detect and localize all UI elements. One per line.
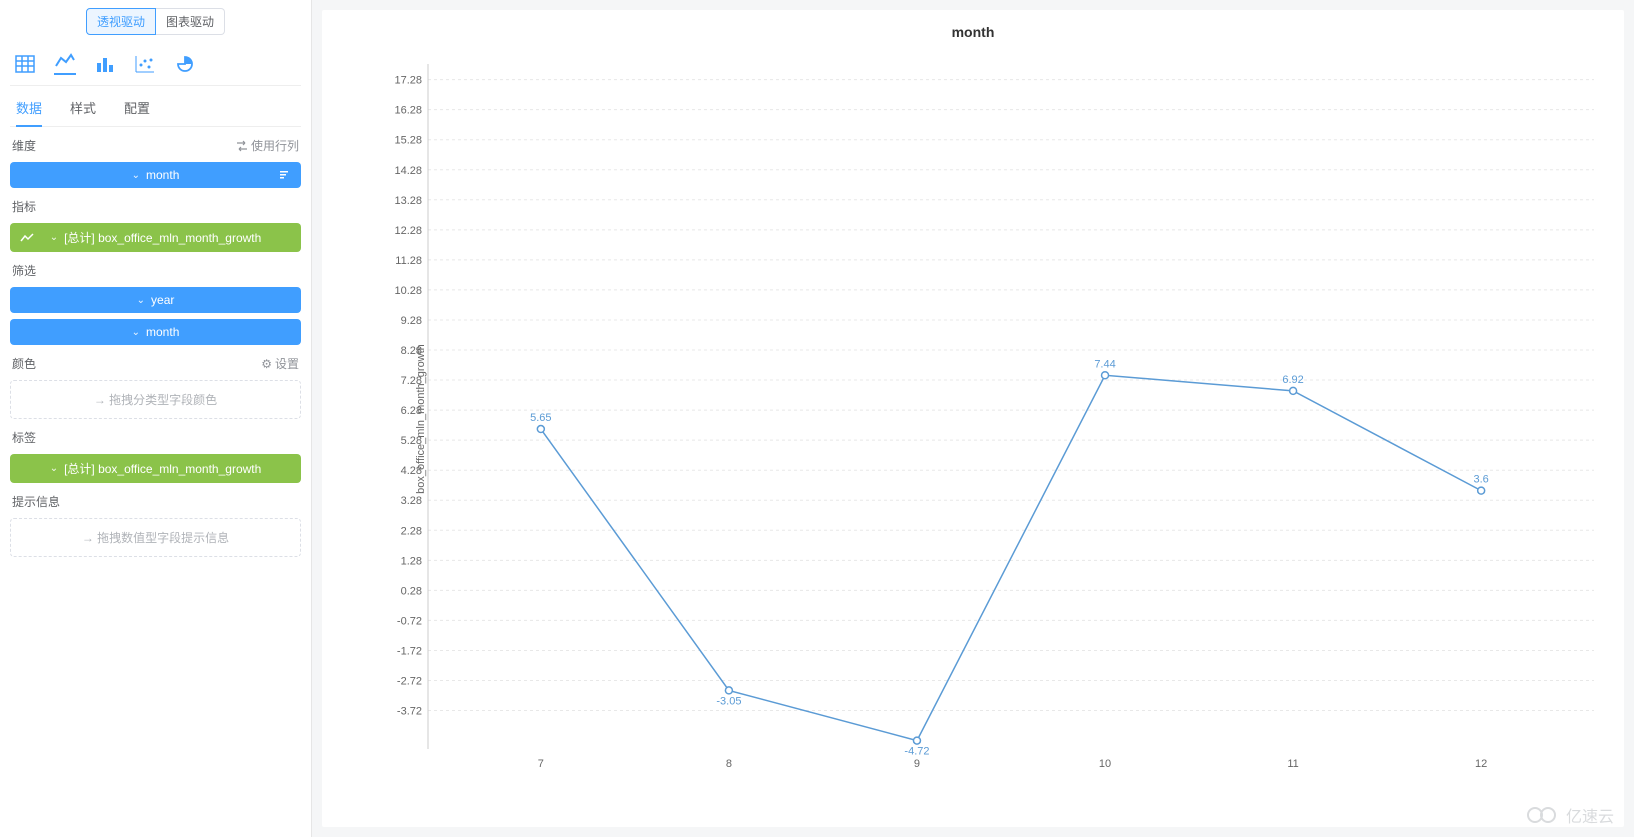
chevron-down-icon: ⌄ [50,463,58,474]
watermark: 亿速云 [1526,803,1614,827]
tab-config[interactable]: 配置 [124,98,150,126]
svg-text:-0.72: -0.72 [397,615,422,627]
svg-text:10: 10 [1099,758,1111,770]
chart-type-row [10,47,301,86]
chart-title: month [322,10,1624,40]
y-axis-label: box_office_mln_month_growth [415,344,427,494]
tooltip-drop-zone[interactable]: → 拖拽数值型字段提示信息 [10,518,301,557]
tab-data[interactable]: 数据 [16,98,42,127]
svg-text:3.6: 3.6 [1474,474,1489,486]
svg-text:6.92: 6.92 [1282,374,1303,386]
dimension-title: 维度 [12,137,36,154]
svg-text:5.65: 5.65 [530,412,551,424]
filter-title: 筛选 [12,262,36,279]
metric-pill-total[interactable]: ⌄ [总计] box_office_mln_month_growth [10,223,301,252]
chart-drive-button[interactable]: 图表驱动 [156,8,225,35]
drive-mode-toggle: 透视驱动 图表驱动 [10,8,301,35]
bar-chart-icon[interactable] [94,53,116,75]
tooltip-title: 提示信息 [12,493,60,510]
svg-text:9: 9 [914,758,920,770]
dimension-header: 维度 使用行列 [10,133,301,156]
svg-text:8: 8 [726,758,732,770]
svg-text:12: 12 [1475,758,1487,770]
svg-text:3.28: 3.28 [401,495,422,507]
config-sidebar: 透视驱动 图表驱动 数据 样式 配置 维度 [0,0,312,837]
svg-text:11.28: 11.28 [395,255,422,267]
sort-icon [279,169,291,181]
svg-text:16.28: 16.28 [394,105,422,117]
tab-style[interactable]: 样式 [70,98,96,126]
svg-text:-2.72: -2.72 [397,676,422,688]
svg-text:7.44: 7.44 [1094,358,1115,370]
svg-text:15.28: 15.28 [394,135,422,147]
svg-text:2.28: 2.28 [401,525,422,537]
svg-text:17.28: 17.28 [394,75,422,87]
plot-wrap: box_office_mln_month_growth -3.72-2.72-1… [382,60,1604,777]
svg-text:-3.72: -3.72 [397,706,422,718]
cloud-rings-icon [1526,805,1560,825]
chart-area: month box_office_mln_month_growth -3.72 -… [322,10,1624,827]
filter-pill-month[interactable]: ⌄ month [10,319,301,345]
gear-icon: ⚙ [261,357,272,371]
line-chart-icon[interactable] [54,53,76,75]
color-drop-zone[interactable]: → 拖拽分类型字段颜色 [10,380,301,419]
svg-text:14.28: 14.28 [394,165,422,177]
filter-header: 筛选 [10,258,301,281]
metric-title: 指标 [12,198,36,215]
line-plot: -3.72-2.72-1.72-0.720.281.282.283.284.28… [382,60,1604,777]
chevron-down-icon: ⌄ [132,327,140,338]
arrow-right-icon: → [94,393,109,407]
dimension-pill-month[interactable]: ⌄ month [10,162,301,188]
color-header: 颜色 ⚙ 设置 [10,351,301,374]
chevron-down-icon: ⌄ [132,170,140,181]
chevron-down-icon: ⌄ [137,295,145,306]
svg-text:-4.72: -4.72 [904,746,929,758]
config-tabs: 数据 样式 配置 [10,92,301,127]
chevron-down-icon: ⌄ [50,232,58,243]
svg-text:10.28: 10.28 [394,285,422,297]
scatter-chart-icon[interactable] [134,53,156,75]
label-header: 标签 [10,425,301,448]
label-title: 标签 [12,429,36,446]
table-icon[interactable] [14,53,36,75]
tooltip-header: 提示信息 [10,489,301,512]
svg-text:1.28: 1.28 [401,555,422,567]
pivot-drive-button[interactable]: 透视驱动 [86,8,156,35]
arrow-right-icon: → [82,531,97,545]
svg-text:13.28: 13.28 [394,195,422,207]
svg-text:11: 11 [1287,758,1298,770]
line-metric-icon [20,232,34,244]
svg-text:-3.05: -3.05 [716,695,741,707]
svg-text:7: 7 [538,758,544,770]
svg-text:12.28: 12.28 [394,225,422,237]
svg-text:-1.72: -1.72 [397,645,422,657]
color-settings-action[interactable]: ⚙ 设置 [261,355,299,372]
filter-pill-year[interactable]: ⌄ year [10,287,301,313]
color-title: 颜色 [12,355,36,372]
svg-text:9.28: 9.28 [401,315,422,327]
label-pill-total[interactable]: ⌄ [总计] box_office_mln_month_growth [10,454,301,483]
use-row-col-action[interactable]: 使用行列 [236,137,299,154]
svg-text:0.28: 0.28 [401,585,422,597]
pie-chart-icon[interactable] [174,53,196,75]
metric-header: 指标 [10,194,301,217]
